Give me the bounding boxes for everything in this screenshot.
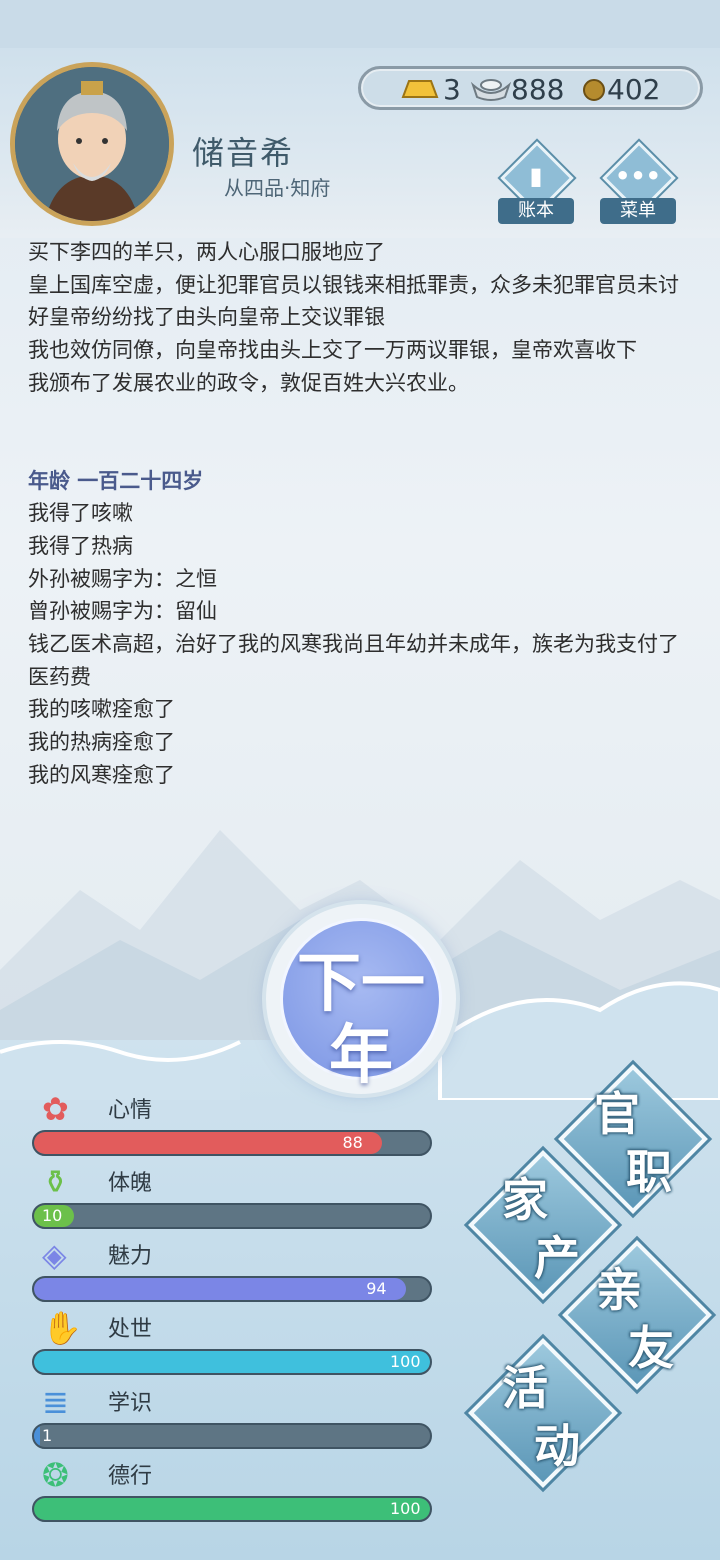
currency-bar: 3 888 402: [358, 66, 703, 110]
log-line: 皇上国库空虚，便让犯罪官员以银钱来相抵罪责，众多未犯罪官员未讨好皇帝纷纷找了由头…: [28, 272, 679, 330]
stat-bar: 1: [32, 1423, 432, 1449]
stat-row: ❂ 德行 100: [32, 1456, 432, 1526]
official-post-char1: 官: [594, 1087, 640, 1141]
relatives-char2: 友: [628, 1321, 674, 1375]
menu-button-label: 菜单: [600, 198, 676, 224]
jade-pendant-icon: ❂: [42, 1456, 69, 1494]
log-line: 我颁布了发展农业的政令，敦促百姓大兴农业。: [28, 370, 469, 395]
log-line: 我的热病痊愈了: [28, 730, 175, 755]
stat-value: 10: [42, 1206, 63, 1225]
stat-bar: 94: [32, 1276, 432, 1302]
player-avatar[interactable]: [10, 62, 174, 226]
log-line: 我的风寒痊愈了: [28, 762, 175, 787]
stat-bar-fill: [34, 1498, 430, 1520]
bamboo-scroll-icon: ≣: [42, 1383, 69, 1421]
stat-name: 德行: [108, 1464, 153, 1489]
stat-bar: 100: [32, 1349, 432, 1375]
stat-name: 学识: [108, 1391, 153, 1416]
stat-bar-fill: [34, 1351, 430, 1373]
stat-bar-fill: [34, 1278, 407, 1300]
next-year-label-line2: 年: [329, 1018, 393, 1093]
coin-count: 402: [607, 73, 661, 106]
log-line: 买下李四的羊只，两人心服口服地应了: [28, 240, 385, 264]
silver-ingot-icon: [471, 79, 511, 101]
log-line: 曾孙被赐字为：留仙: [28, 599, 217, 624]
stat-row: ≣ 学识 1: [32, 1383, 432, 1453]
stat-bar: 88: [32, 1130, 432, 1156]
stat-row: ✋ 处世 100: [32, 1309, 432, 1379]
top-background-strip: [0, 0, 720, 52]
stat-bar-fill: [34, 1425, 40, 1447]
stat-value: 100: [390, 1352, 421, 1371]
log-line: 钱乙医术高超，治好了我的风寒我尚且年幼并未成年，族老为我支付了医药费: [28, 632, 679, 689]
stat-value: 88: [342, 1133, 363, 1152]
gold-count: 3: [443, 73, 461, 106]
stat-name: 魅力: [108, 1244, 153, 1269]
log-line: 我的咳嗽痊愈了: [28, 697, 175, 722]
ledger-button-label: 账本: [498, 198, 574, 224]
ledger-button[interactable]: ▮ 账本: [496, 141, 576, 226]
mirror-icon: ◈: [42, 1236, 67, 1274]
hands-icon: ✋: [42, 1309, 82, 1347]
official-portrait-icon: [15, 67, 169, 221]
stat-name: 体魄: [108, 1171, 153, 1196]
age-heading: 年龄 一百二十四岁: [28, 468, 204, 493]
stat-value: 1: [42, 1426, 53, 1445]
official-post-char2: 职: [626, 1145, 672, 1199]
ledger-book-icon: ▮: [529, 162, 543, 190]
log-line: 外孙被赐字为：之恒: [28, 566, 217, 591]
relatives-char1: 亲: [596, 1263, 642, 1317]
stat-row: ◈ 魅力 94: [32, 1236, 432, 1306]
flower-icon: ✿: [42, 1090, 69, 1128]
log-line: 我得了咳嗽: [28, 501, 133, 526]
stat-bar: 100: [32, 1496, 432, 1522]
player-name: 储音希: [192, 134, 295, 172]
silver-count: 888: [511, 73, 565, 106]
next-year-button[interactable]: 下一 年: [266, 904, 456, 1094]
stat-row: ⚱ 体魄 10: [32, 1163, 432, 1233]
log-spacer: [28, 400, 693, 465]
stat-bar-fill: [34, 1132, 383, 1154]
activities-button[interactable]: 活 动: [468, 1338, 618, 1488]
gold-ingot-icon: [401, 80, 439, 98]
player-rank: 从四品·知府: [224, 176, 331, 200]
log-line: 我得了热病: [28, 533, 133, 558]
stat-row: ✿ 心情 88: [32, 1090, 432, 1160]
copper-coin-icon: [583, 79, 605, 101]
event-log[interactable]: 买下李四的羊只，两人心服口服地应了 皇上国库空虚，便让犯罪官员以银钱来相抵罪责，…: [28, 236, 693, 792]
bronze-vessel-icon: ⚱: [42, 1163, 69, 1201]
family-property-char1: 家: [502, 1173, 548, 1227]
more-dots-icon: •••: [614, 162, 662, 190]
log-line: 我也效仿同僚，向皇帝找由头上交了一万两议罪银，皇帝欢喜收下: [28, 338, 637, 363]
activities-char2: 动: [534, 1419, 580, 1473]
stat-value: 100: [390, 1499, 421, 1518]
menu-button[interactable]: ••• 菜单: [598, 141, 678, 226]
stat-value: 94: [366, 1279, 387, 1298]
stat-name: 心情: [108, 1098, 153, 1123]
stat-name: 处世: [108, 1317, 153, 1342]
activities-char1: 活: [502, 1361, 548, 1415]
stat-bar: 10: [32, 1203, 432, 1229]
